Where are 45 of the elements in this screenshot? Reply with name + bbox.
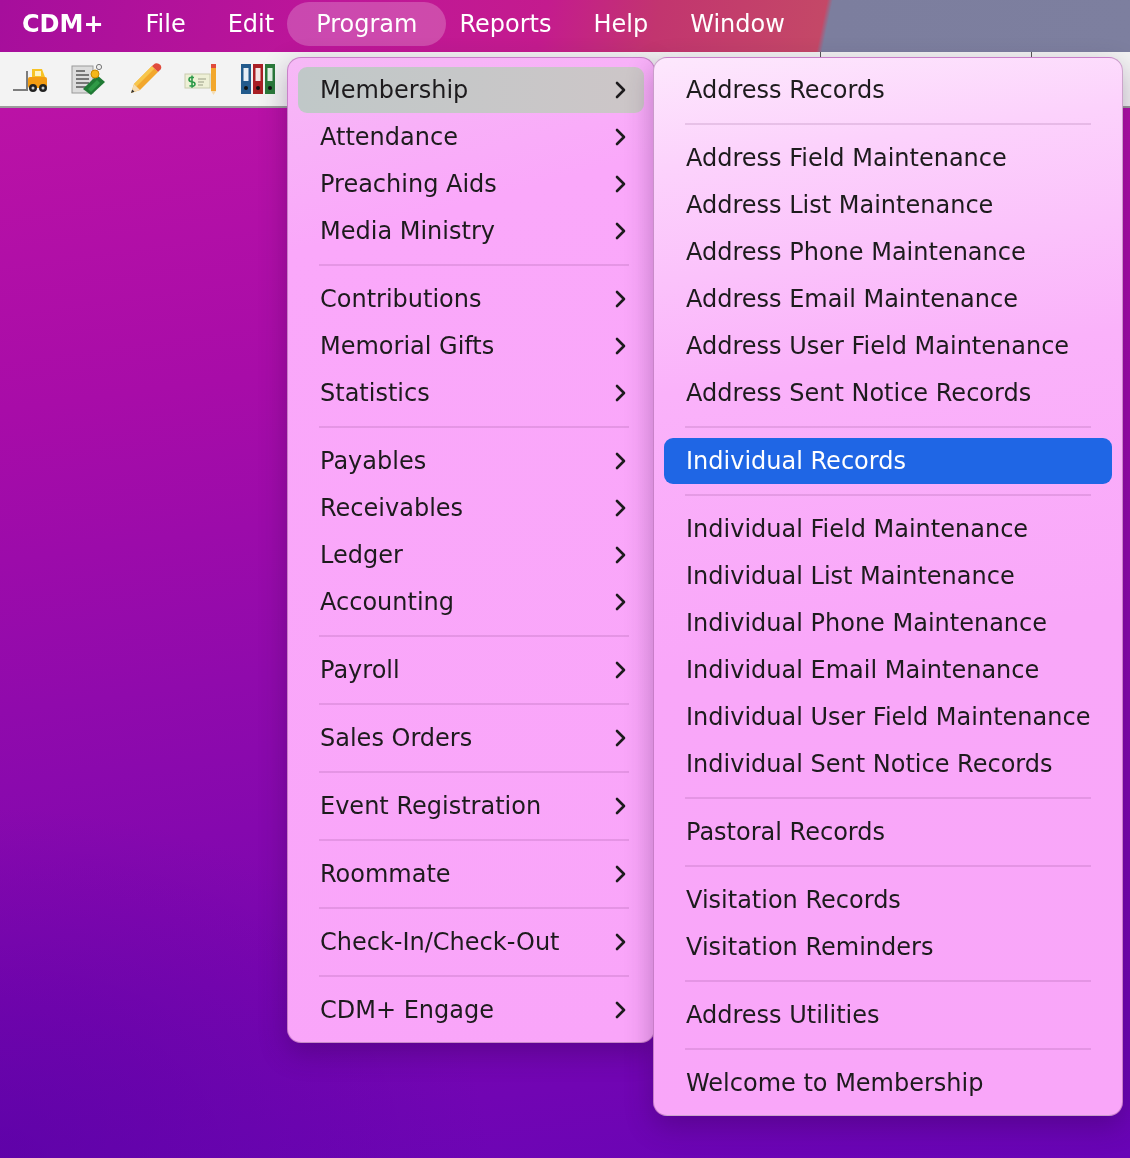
menu-item[interactable]: Address Records <box>664 67 1112 113</box>
menu-item[interactable]: Statistics <box>298 370 644 416</box>
menu-item[interactable]: Visitation Reminders <box>664 924 1112 970</box>
menu-item[interactable]: Welcome to Membership <box>664 1060 1112 1106</box>
menu-item[interactable]: Address Email Maintenance <box>664 276 1112 322</box>
menu-item[interactable]: Visitation Records <box>664 877 1112 923</box>
menu-item[interactable]: Ledger <box>298 532 644 578</box>
menu-item[interactable]: Address Utilities <box>664 992 1112 1038</box>
menu-item[interactable]: Individual List Maintenance <box>664 553 1112 599</box>
menu-item[interactable]: Individual User Field Maintenance <box>664 694 1112 740</box>
menu-item[interactable]: Attendance <box>298 114 644 160</box>
menu-item[interactable]: Membership <box>298 67 644 113</box>
menu-bar-item[interactable]: Program <box>287 2 447 46</box>
menu-item[interactable]: Pastoral Records <box>664 809 1112 855</box>
menu-item[interactable]: Address Phone Maintenance <box>664 229 1112 275</box>
app-name-menu[interactable]: CDM+ <box>1 2 125 46</box>
document-cash-icon[interactable] <box>70 63 106 95</box>
menu-bar-item[interactable]: File <box>124 2 207 46</box>
menu-item[interactable]: Individual Field Maintenance <box>664 506 1112 552</box>
menu-item[interactable]: Address User Field Maintenance <box>664 323 1112 369</box>
menu-item[interactable]: Sales Orders <box>298 715 644 761</box>
menu-item[interactable]: Receivables <box>298 485 644 531</box>
menu-item[interactable]: Individual Phone Maintenance <box>664 600 1112 646</box>
menu-item[interactable]: Check-In/Check-Out <box>298 919 644 965</box>
menu-item[interactable]: Preaching Aids <box>298 161 644 207</box>
menu-item[interactable]: Contributions <box>298 276 644 322</box>
menu-item[interactable]: Roommate <box>298 851 644 897</box>
menu-item[interactable]: Individual Sent Notice Records <box>664 741 1112 787</box>
menu-item[interactable]: Event Registration <box>298 783 644 829</box>
menu-item[interactable]: Payroll <box>298 647 644 693</box>
menu-item[interactable]: CDM+ Engage <box>298 987 644 1033</box>
menu-item[interactable]: Accounting <box>298 579 644 625</box>
menu-item[interactable]: Media Ministry <box>298 208 644 254</box>
menu-item[interactable]: Individual Records <box>664 438 1112 484</box>
menu-bar-item[interactable]: Window <box>669 2 806 46</box>
menu-item[interactable]: Payables <box>298 438 644 484</box>
pencil-icon[interactable] <box>128 63 162 95</box>
menu-item[interactable]: Memorial Gifts <box>298 323 644 369</box>
check-pencil-icon[interactable] <box>184 63 218 95</box>
menu-item[interactable]: Address List Maintenance <box>664 182 1112 228</box>
menu-item[interactable]: Address Sent Notice Records <box>664 370 1112 416</box>
binders-icon[interactable] <box>240 63 276 95</box>
menu-item[interactable]: Address Field Maintenance <box>664 135 1112 181</box>
menu-item[interactable]: Individual Email Maintenance <box>664 647 1112 693</box>
menu-bar-item[interactable]: Help <box>572 2 670 46</box>
